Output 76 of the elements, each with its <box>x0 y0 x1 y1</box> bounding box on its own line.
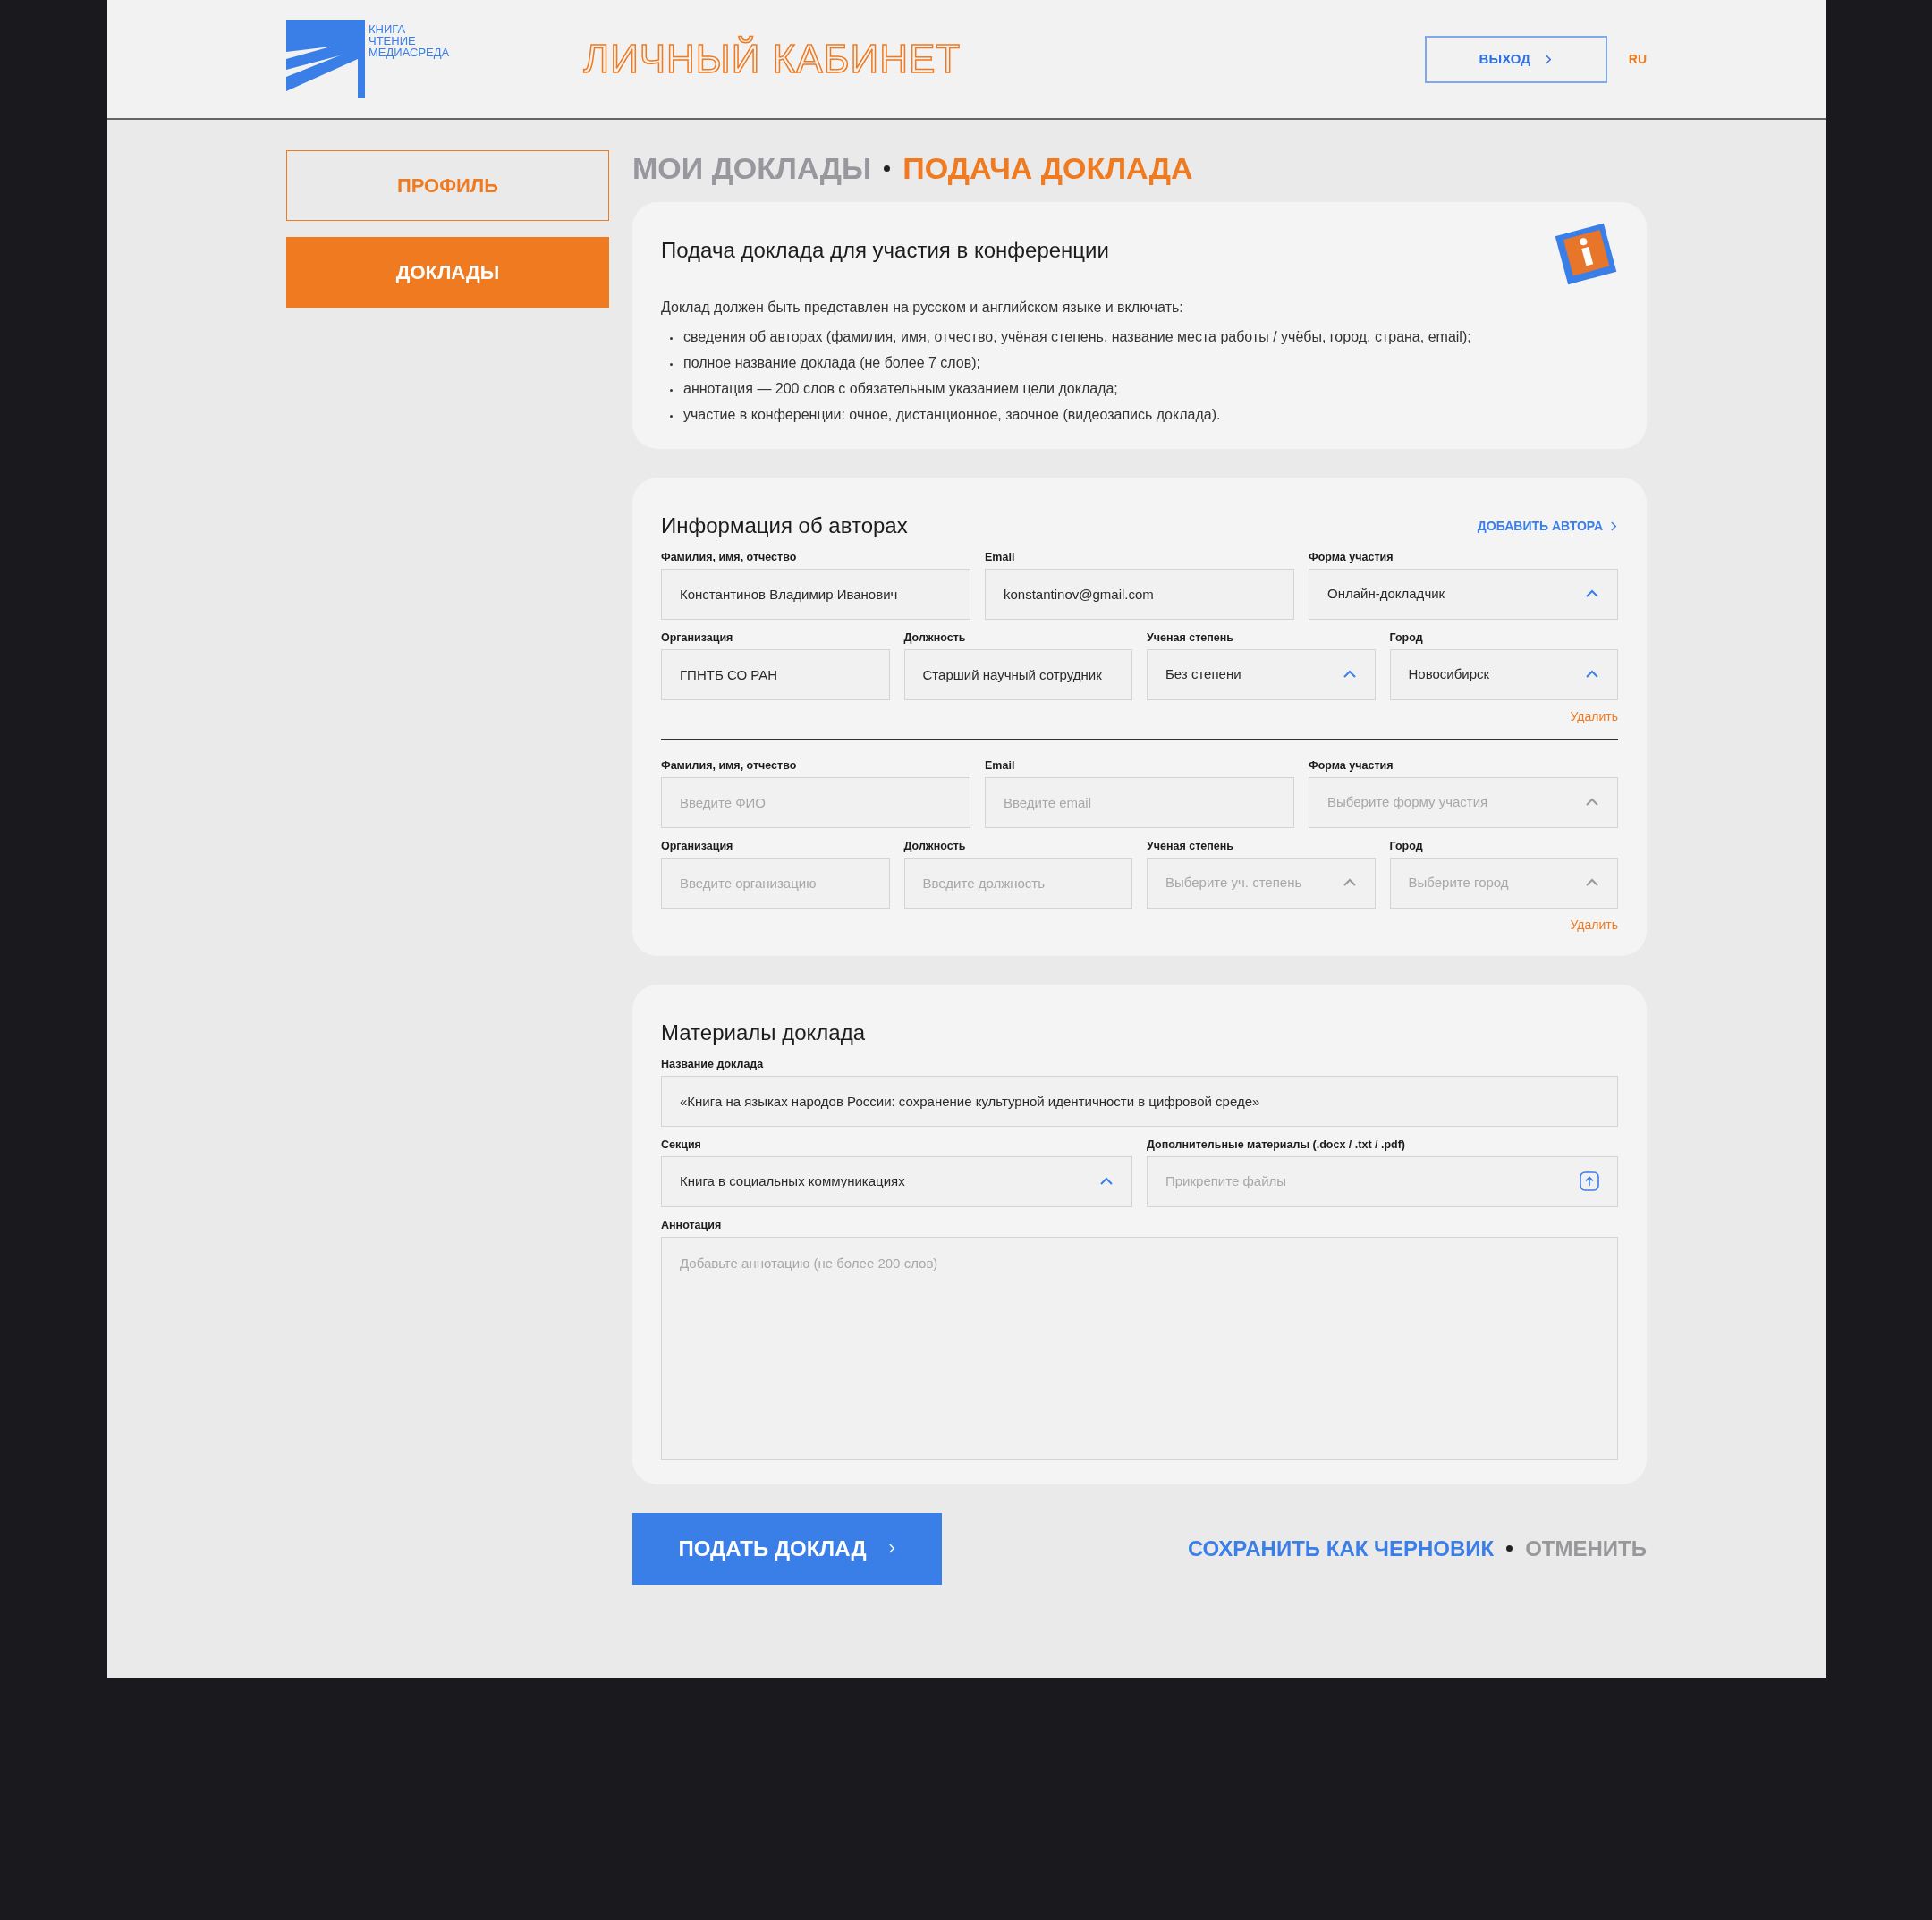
dropdown[interactable]: Онлайн-докладчик <box>1309 568 1618 620</box>
input-field[interactable]: Введите email <box>985 776 1294 828</box>
input-field[interactable]: Введите ФИО <box>661 776 970 828</box>
list-item-text: сведения об авторах (фамилия, имя, отчество, учёная степень, название места работы / учёбы, город, страна, email); <box>683 328 1471 346</box>
dropdown[interactable]: Выберите форму участия <box>1309 776 1618 828</box>
file-upload-field[interactable]: Прикрепите файлы <box>1147 1155 1618 1207</box>
field-label: Город <box>1389 839 1424 853</box>
intro-text: Доклад должен быть представлен на русском и английском языке и включать: <box>661 299 1184 317</box>
field-label: Аннотация <box>661 1218 723 1232</box>
submit-button[interactable]: ПОДАТЬ ДОКЛАД <box>632 1512 942 1585</box>
field-label: Ученая степень <box>1147 839 1234 853</box>
breadcrumb-item[interactable]: МОИ ДОКЛАДЫ <box>632 150 872 186</box>
chevron-up-icon <box>1099 1177 1114 1187</box>
list-item-text: участие в конференции: очное, дистанционное, заочное (видеозапись доклада). <box>683 406 1221 424</box>
sidebar-item[interactable]: ДОКЛАДЫ <box>286 237 609 308</box>
breadcrumb-item: ПОДАЧА ДОКЛАДА <box>902 150 1193 186</box>
field-label: Должность <box>903 630 967 645</box>
list-item-text: полное название доклада (не более 7 слов); <box>683 354 980 372</box>
chevron-right-icon <box>1544 53 1553 65</box>
input-field[interactable]: Введите организацию <box>661 857 890 909</box>
field-label: Фамилия, имя, отчество <box>661 550 798 564</box>
bullet-dot <box>670 415 673 418</box>
logout-button[interactable]: ВЫХОД <box>1424 35 1607 83</box>
delete-link[interactable]: Удалить <box>1570 915 1618 935</box>
separator-dot <box>884 165 891 172</box>
chevron-up-icon <box>1585 878 1599 888</box>
input-field[interactable]: konstantinov@gmail.com <box>985 568 1294 620</box>
chevron-up-icon <box>1585 589 1599 599</box>
field-label: Email <box>985 550 1016 564</box>
dropdown[interactable]: Без степени <box>1147 648 1376 700</box>
input-field[interactable]: «Книга на языках народов России: сохранение культурной идентичности в цифровой среде» <box>661 1075 1618 1127</box>
save-draft-link[interactable]: СОХРАНИТЬ КАК ЧЕРНОВИК <box>1187 1532 1495 1565</box>
page-title: ЛИЧНЫЙ КАБИНЕТ <box>583 34 962 82</box>
field-label: Секция <box>661 1138 702 1152</box>
bullet-dot <box>670 389 673 392</box>
text-area[interactable]: Добавьте аннотацию (не более 200 слов) <box>661 1236 1618 1460</box>
dropdown[interactable]: Новосибирск <box>1389 648 1618 700</box>
dropdown[interactable]: Выберите город <box>1389 857 1618 909</box>
sidebar-item[interactable]: ПРОФИЛЬ <box>286 150 609 221</box>
separator-dot <box>1506 1545 1513 1552</box>
logo-text: КНИГА ЧТЕНИЕ МЕДИАСРЕДА <box>369 23 450 58</box>
chevron-up-icon <box>1342 670 1357 680</box>
chevron-up-icon <box>1585 798 1599 808</box>
cancel-link[interactable]: ОТМЕНИТЬ <box>1525 1532 1647 1565</box>
card-title: Информация об авторах <box>661 513 908 539</box>
card-title: Подача доклада для участия в конференции <box>661 238 1109 264</box>
field-label: Форма участия <box>1309 550 1394 564</box>
field-label: Ученая степень <box>1147 630 1234 645</box>
field-label: Должность <box>903 839 967 853</box>
input-field[interactable]: Старший научный сотрудник <box>903 648 1132 700</box>
list-item-text: аннотация — 200 слов с обязательным указанием цели доклада; <box>683 380 1118 398</box>
input-field[interactable]: Введите должность <box>903 857 1132 909</box>
field-label: Фамилия, имя, отчество <box>661 758 798 773</box>
chevron-up-icon <box>1342 878 1357 888</box>
logo-icon <box>286 20 365 98</box>
field-label: Город <box>1389 630 1424 645</box>
field-label: Организация <box>661 839 734 853</box>
language-switch[interactable]: RU <box>1628 49 1647 69</box>
bullet-dot <box>670 363 673 366</box>
chevron-right-icon <box>1610 520 1618 532</box>
upload-icon <box>1580 1171 1599 1192</box>
field-label: Дополнительные материалы (.docx / .txt / .pdf) <box>1147 1138 1407 1152</box>
field-label: Организация <box>661 630 734 645</box>
add-author-link[interactable]: ДОБАВИТЬ АВТОРА <box>1477 516 1618 536</box>
chevron-right-icon <box>887 1543 896 1555</box>
dropdown[interactable]: Книга в социальных коммуникациях <box>661 1155 1132 1207</box>
chevron-up-icon <box>1585 670 1599 680</box>
card-title: Материалы доклада <box>661 1019 866 1046</box>
field-label: Название доклада <box>661 1057 765 1071</box>
field-label: Форма участия <box>1309 758 1394 773</box>
field-label: Email <box>985 758 1016 773</box>
bullet-dot <box>670 337 673 340</box>
input-field[interactable]: ГПНТБ СО РАН <box>661 648 890 700</box>
delete-link[interactable]: Удалить <box>1570 706 1618 726</box>
dropdown[interactable]: Выберите уч. степень <box>1147 857 1376 909</box>
input-field[interactable]: Константинов Владимир Иванович <box>661 568 970 620</box>
